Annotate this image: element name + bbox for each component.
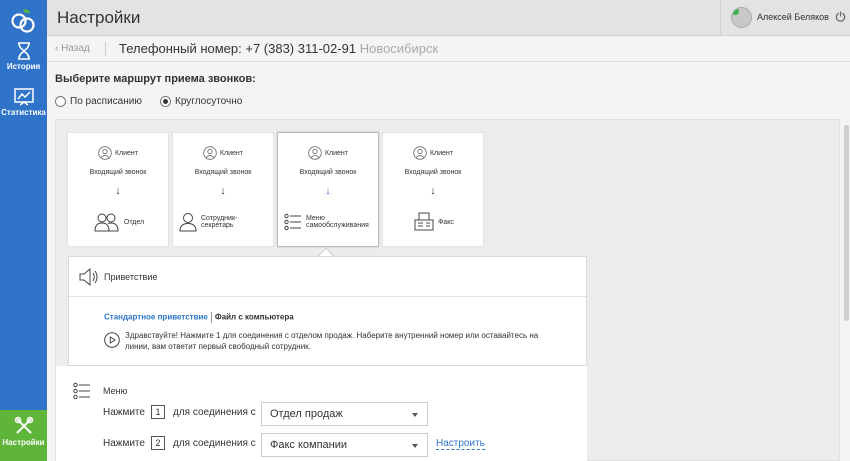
client-row: Клиент xyxy=(68,146,168,160)
arrow-down-icon: ↓ xyxy=(220,185,226,197)
destination-select[interactable]: Факс компании xyxy=(261,433,428,457)
scrollbar[interactable] xyxy=(844,125,849,321)
list-icon xyxy=(284,213,301,231)
chart-icon xyxy=(13,88,34,106)
incoming-call-label: Входящий звонок xyxy=(299,169,357,176)
connect-label: для соединения с xyxy=(173,438,256,449)
incoming-call-label: Входящий звонок xyxy=(89,169,147,176)
page-title: Настройки xyxy=(57,8,141,27)
hourglass-icon xyxy=(17,42,30,60)
destination-label: Отдел xyxy=(123,218,145,226)
arrow-down-icon: ↓ xyxy=(325,185,331,197)
menu-section: Меню Нажмите 1 для соединения с Отдел пр… xyxy=(56,366,587,461)
client-icon xyxy=(203,146,217,160)
online-status-icon xyxy=(732,8,739,15)
route-card-ivr-menu[interactable]: Клиент Входящий звонок ↓ Меню самообслуж… xyxy=(277,132,379,247)
greeting-header: Приветствие xyxy=(69,257,586,297)
radio-roundclock[interactable]: Круглосуточно xyxy=(160,96,242,107)
fax-icon xyxy=(414,212,434,231)
key-number: 2 xyxy=(151,436,165,450)
destination-label: Меню самообслуживания xyxy=(306,215,369,229)
sidebar-item-label: История xyxy=(6,62,41,71)
sidebar-item-label: Статистика xyxy=(1,108,46,117)
route-card-department[interactable]: Клиент Входящий звонок ↓ Отдел xyxy=(67,132,169,247)
destination: Отдел xyxy=(74,211,164,233)
key-number: 1 xyxy=(151,405,165,419)
arrow-down-icon: ↓ xyxy=(430,185,436,197)
client-label: Клиент xyxy=(219,149,244,157)
phone-bar: ‹ Назад Телефонный номер: +7 (383) 311-0… xyxy=(47,37,850,62)
radio-label: По расписанию xyxy=(70,96,142,107)
list-icon xyxy=(73,382,90,400)
select-value: Факс компании xyxy=(270,439,348,451)
play-icon[interactable] xyxy=(104,332,120,348)
client-row: Клиент xyxy=(278,146,378,160)
sidebar-item-settings[interactable]: Настройки xyxy=(0,410,47,461)
radio-button[interactable] xyxy=(55,96,66,107)
incoming-call-label: Входящий звонок xyxy=(404,169,462,176)
radio-schedule[interactable]: По расписанию xyxy=(55,96,142,107)
sidebar: История Статистика Настройки xyxy=(0,0,47,461)
route-card-fax[interactable]: Клиент Входящий звонок ↓ Факс xyxy=(382,132,484,247)
app-logo-icon[interactable] xyxy=(9,6,37,34)
destination-label: Факс xyxy=(438,218,454,226)
connect-label: для соединения с xyxy=(173,407,256,418)
incoming-call-label: Входящий звонок xyxy=(194,169,252,176)
client-icon xyxy=(308,146,322,160)
top-header: Настройки Алексей Беляков xyxy=(47,0,850,36)
radio-label: Круглосуточно xyxy=(175,96,243,107)
client-icon xyxy=(98,146,112,160)
avatar[interactable] xyxy=(731,7,752,28)
tab-standard-greeting[interactable]: Стандартное приветствие xyxy=(104,313,208,322)
tab-file-from-computer[interactable]: Файл с компьютера xyxy=(215,313,294,322)
destination: Факс xyxy=(389,211,479,233)
user-menu[interactable]: Алексей Беляков xyxy=(720,0,850,36)
route-panel: Клиент Входящий звонок ↓ Отдел Клиент Вх… xyxy=(55,119,840,461)
power-icon[interactable] xyxy=(835,11,846,22)
speaker-icon xyxy=(79,268,98,286)
route-card-secretary[interactable]: Клиент Входящий звонок ↓ Сотрудник-секре… xyxy=(172,132,274,247)
client-label: Клиент xyxy=(114,149,139,157)
arrow-down-icon: ↓ xyxy=(115,185,121,197)
destination: Меню самообслуживания xyxy=(284,211,374,233)
greeting-tabs: Стандартное приветствие Файл с компьютера xyxy=(104,312,294,323)
route-title: Выберите маршрут приема звонков: xyxy=(55,73,256,85)
user-name[interactable]: Алексей Беляков xyxy=(757,12,829,22)
destination: Сотрудник-секретарь xyxy=(179,211,269,233)
client-label: Клиент xyxy=(324,149,349,157)
client-row: Клиент xyxy=(173,146,273,160)
client-icon xyxy=(413,146,427,160)
sidebar-item-label: Настройки xyxy=(2,438,45,447)
divider xyxy=(105,42,106,56)
greeting-section: Приветствие Стандартное приветствие Файл … xyxy=(68,256,587,366)
phone-prefix: Телефонный номер: +7 (383) 311-02-91 xyxy=(119,41,357,56)
sidebar-item-statistics[interactable]: Статистика xyxy=(0,88,47,117)
person-icon xyxy=(179,213,197,232)
tools-icon xyxy=(14,416,33,434)
caret-down-icon xyxy=(412,413,418,417)
configure-link[interactable]: Настроить xyxy=(436,438,485,450)
tab-divider xyxy=(210,312,212,323)
phone-number: Телефонный номер: +7 (383) 311-02-91 Нов… xyxy=(119,41,438,56)
press-label: Нажмите xyxy=(103,407,145,418)
back-button[interactable]: ‹ Назад xyxy=(55,43,90,54)
sidebar-item-history[interactable]: История xyxy=(0,42,47,71)
city-name: Новосибирск xyxy=(359,41,439,56)
greeting-title: Приветствие xyxy=(104,272,158,282)
radio-button[interactable] xyxy=(160,96,171,107)
group-icon xyxy=(94,213,119,232)
press-label: Нажмите xyxy=(103,438,145,449)
back-label: Назад xyxy=(61,43,90,54)
menu-title: Меню xyxy=(103,386,128,396)
caret-down-icon xyxy=(412,444,418,448)
client-label: Клиент xyxy=(429,149,454,157)
client-row: Клиент xyxy=(383,146,483,160)
destination-label: Сотрудник-секретарь xyxy=(201,215,238,229)
greeting-text: Здравствуйте! Нажмите 1 для соединения с… xyxy=(125,331,539,351)
select-value: Отдел продаж xyxy=(270,408,343,420)
destination-select[interactable]: Отдел продаж xyxy=(261,402,428,426)
